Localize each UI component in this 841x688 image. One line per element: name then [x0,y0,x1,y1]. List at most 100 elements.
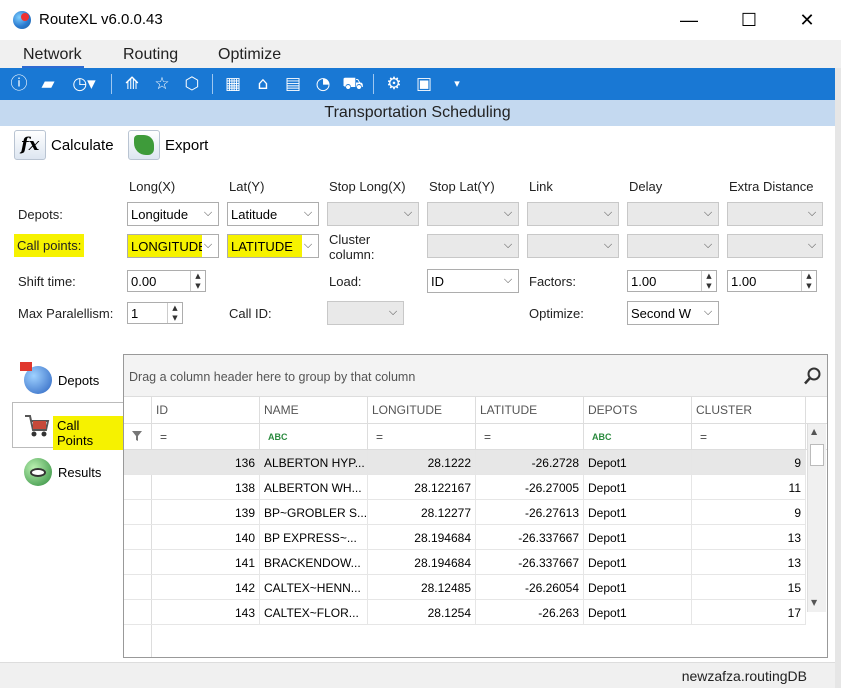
tab-call-points[interactable]: Call Points [12,402,124,450]
cell-cluster[interactable]: 15 [692,575,806,600]
dashboard-dropdown-icon[interactable]: ◷▾ [66,73,102,95]
call-link-select[interactable]: ⌵ [527,234,619,258]
cell-latitude[interactable]: -26.2728 [476,450,584,475]
call-delay-select[interactable]: ⌵ [627,234,719,258]
more-dropdown-icon[interactable]: ▾ [446,73,468,95]
cell-longitude[interactable]: 28.194684 [368,550,476,575]
cell-latitude[interactable]: -26.27613 [476,500,584,525]
cell-name[interactable]: BP~GROBLER S... [260,500,368,525]
spin-arrows-icon[interactable]: ▲ ▼ [701,271,716,291]
cell-longitude[interactable]: 28.12277 [368,500,476,525]
cell-name[interactable]: BP EXPRESS~... [260,525,368,550]
depots-link-select[interactable]: ⌵ [527,202,619,226]
call-stop-lat-select[interactable]: ⌵ [427,234,519,258]
cell-id[interactable]: 140 [152,525,260,550]
spin-arrows-icon[interactable]: ▲ ▼ [190,271,205,291]
tab-depots[interactable]: Depots [14,360,124,400]
cell-id[interactable]: 143 [152,600,260,625]
call-extra-distance-select[interactable]: ⌵ [727,234,823,258]
minimize-button[interactable]: — [674,6,704,34]
tab-results[interactable]: Results [14,452,124,492]
header-cluster[interactable]: CLUSTER [692,397,806,424]
cell-id[interactable]: 139 [152,500,260,525]
optimize-select[interactable]: Second W ⌵ [627,301,719,325]
cell-longitude[interactable]: 28.122167 [368,475,476,500]
cell-depots[interactable]: Depot1 [584,450,692,475]
factor1-stepper[interactable]: 1.00 ▲ ▼ [627,270,717,292]
header-name[interactable]: NAME [260,397,368,424]
menu-routing[interactable]: Routing [123,46,178,64]
filter-longitude[interactable]: = [368,424,476,450]
cell-id[interactable]: 136 [152,450,260,475]
filter-depots[interactable]: ABC [584,424,692,450]
cell-latitude[interactable]: -26.337667 [476,550,584,575]
warehouses-icon[interactable]: ⌂ [252,73,274,95]
folder-open-icon[interactable]: ▰ [37,73,59,95]
road-icon[interactable]: ⟰ [121,73,143,95]
info-icon[interactable]: ⓘ [8,73,30,95]
depots-extra-distance-select[interactable]: ⌵ [727,202,823,226]
document-icon[interactable]: ▤ [282,73,304,95]
menu-optimize[interactable]: Optimize [218,46,281,64]
cell-longitude[interactable]: 28.1254 [368,600,476,625]
header-depots[interactable]: DEPOTS [584,397,692,424]
cell-name[interactable]: CALTEX~HENN... [260,575,368,600]
cell-longitude[interactable]: 28.12485 [368,575,476,600]
cell-latitude[interactable]: -26.263 [476,600,584,625]
table-row[interactable]: 141 BRACKENDOW... 28.194684 -26.337667 Depot… [124,550,806,575]
menu-network[interactable]: Network [23,46,82,64]
header-longitude[interactable]: LONGITUDE [368,397,476,424]
filter-icon[interactable] [124,424,152,450]
group-panel[interactable]: Drag a column header here to group by th… [124,355,827,397]
depots-stop-lat-select[interactable]: ⌵ [427,202,519,226]
shift-time-stepper[interactable]: 0.00 ▲ ▼ [127,270,206,292]
scroll-thumb[interactable] [810,444,824,466]
search-icon[interactable] [804,367,822,385]
header-latitude[interactable]: LATITUDE [476,397,584,424]
save-icon[interactable]: ▣ [413,73,435,95]
cell-id[interactable]: 138 [152,475,260,500]
export-button[interactable]: Export [128,130,218,162]
cell-id[interactable]: 142 [152,575,260,600]
cell-cluster[interactable]: 11 [692,475,806,500]
cell-latitude[interactable]: -26.337667 [476,525,584,550]
cell-depots[interactable]: Depot1 [584,575,692,600]
cell-name[interactable]: ALBERTON HYP... [260,450,368,475]
spin-arrows-icon[interactable]: ▲ ▼ [167,303,182,323]
call-lat-select[interactable]: LATITUDE ⌵ [227,234,319,258]
cell-cluster[interactable]: 13 [692,525,806,550]
max-parallelism-stepper[interactable]: 1 ▲ ▼ [127,302,183,324]
table-row[interactable]: 143 CALTEX~FLOR... 28.1254 -26.263 Depot1 17 [124,600,806,625]
cell-depots[interactable]: Depot1 [584,525,692,550]
calculate-button[interactable]: fx Calculate [14,130,114,162]
call-long-select[interactable]: LONGITUDE ⌵ [127,234,219,258]
clock-truck-icon[interactable]: ◔ [312,73,334,95]
scroll-up-icon[interactable]: ▲ [811,427,817,436]
spin-arrows-icon[interactable]: ▲ ▼ [801,271,816,291]
cell-cluster[interactable]: 9 [692,450,806,475]
filter-latitude[interactable]: = [476,424,584,450]
cell-name[interactable]: ALBERTON WH... [260,475,368,500]
cell-depots[interactable]: Depot1 [584,550,692,575]
maximize-button[interactable]: ☐ [734,6,764,34]
cell-depots[interactable]: Depot1 [584,475,692,500]
cell-id[interactable]: 141 [152,550,260,575]
filter-cluster[interactable]: = [692,424,806,450]
cell-latitude[interactable]: -26.27005 [476,475,584,500]
filter-id[interactable]: = [152,424,260,450]
cell-cluster[interactable]: 13 [692,550,806,575]
polygon-icon[interactable]: ⬡ [181,73,203,95]
scroll-down-icon[interactable]: ▼ [811,598,817,607]
trucks-icon[interactable]: ⛟ [342,73,364,95]
cell-cluster[interactable]: 9 [692,500,806,525]
depots-stop-long-select[interactable]: ⌵ [327,202,419,226]
table-row[interactable]: 140 BP EXPRESS~... 28.194684 -26.337667 Depo… [124,525,806,550]
cell-name[interactable]: CALTEX~FLOR... [260,600,368,625]
depots-long-select[interactable]: Longitude ⌵ [127,202,219,226]
settings-icon[interactable]: ⚙ [383,73,405,95]
cell-name[interactable]: BRACKENDOW... [260,550,368,575]
table-row[interactable]: 138 ALBERTON WH... 28.122167 -26.27005 Depot… [124,475,806,500]
filter-name[interactable]: ABC [260,424,368,450]
factor2-stepper[interactable]: 1.00 ▲ ▼ [727,270,817,292]
call-id-select[interactable]: ⌵ [327,301,404,325]
